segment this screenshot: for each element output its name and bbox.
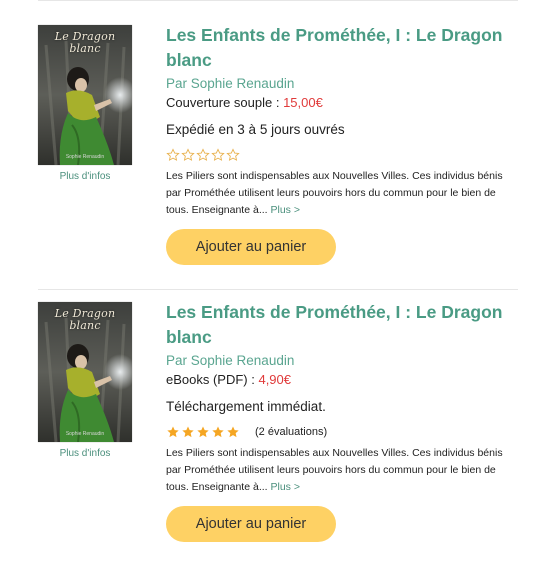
star-rating[interactable] (166, 425, 240, 439)
product-format: eBooks (PDF) : 4,90€ (166, 371, 518, 389)
book-cover-image[interactable]: Le Dragon blanc Sophie Renaudin (38, 25, 132, 165)
product-details: Les Enfants de Prométhée, I : Le Dragon … (166, 23, 518, 265)
product-card: Le Dragon blanc Sophie Renaudin Plus d'i… (38, 290, 518, 566)
evaluation-count[interactable]: (2 évaluations) (255, 426, 327, 438)
description-text: Les Piliers sont indispensables aux Nouv… (166, 447, 503, 493)
cover-column: Le Dragon blanc Sophie Renaudin Plus d'i… (38, 25, 132, 182)
star-rating[interactable] (166, 148, 240, 162)
star-empty-icon (211, 148, 225, 161)
product-title[interactable]: Les Enfants de Prométhée, I : Le Dragon … (166, 23, 518, 73)
add-to-cart-button[interactable]: Ajouter au panier (166, 229, 336, 265)
rating (166, 147, 518, 163)
cover-title: Le Dragon blanc (38, 308, 132, 332)
star-filled-icon (212, 426, 224, 438)
star-empty-icon (226, 148, 240, 161)
top-divider (38, 0, 518, 1)
product-title[interactable]: Les Enfants de Prométhée, I : Le Dragon … (166, 300, 518, 350)
cover-author: Sophie Renaudin (65, 431, 105, 437)
description-more-link[interactable]: Plus > (271, 204, 300, 216)
add-to-cart-button[interactable]: Ajouter au panier (166, 506, 336, 542)
product-format: Couverture souple : 15,00€ (166, 94, 518, 112)
availability-text: Téléchargement immédiat. (166, 399, 326, 414)
cover-title: Le Dragon blanc (38, 31, 132, 55)
more-info-link[interactable]: Plus d'infos (38, 448, 132, 459)
star-empty-icon (181, 148, 195, 161)
format-label: eBooks (PDF) : (166, 372, 259, 387)
product-description: Les Piliers sont indispensables aux Nouv… (166, 168, 518, 219)
star-empty-icon (196, 148, 210, 161)
product-card: Le Dragon blanc Sophie Renaudin Plus d'i… (38, 13, 518, 289)
rating: (2 évaluations) (166, 424, 518, 440)
star-filled-icon (197, 426, 209, 438)
star-filled-icon (167, 426, 179, 438)
product-author[interactable]: Par Sophie Renaudin (166, 351, 518, 371)
product-details: Les Enfants de Prométhée, I : Le Dragon … (166, 300, 518, 542)
cover-title-line2: blanc (69, 319, 101, 332)
format-label: Couverture souple : (166, 95, 284, 110)
product-price: 15,00€ (283, 95, 323, 110)
product-price: 4,90€ (258, 372, 292, 387)
more-info-link[interactable]: Plus d'infos (38, 171, 132, 182)
search-results: Le Dragon blanc Sophie Renaudin Plus d'i… (38, 0, 518, 566)
product-description: Les Piliers sont indispensables aux Nouv… (166, 445, 518, 496)
book-cover-image[interactable]: Le Dragon blanc Sophie Renaudin (38, 302, 132, 442)
star-empty-icon (166, 148, 180, 161)
star-filled-icon (227, 426, 239, 438)
cover-column: Le Dragon blanc Sophie Renaudin Plus d'i… (38, 302, 132, 459)
availability-text: Expédié en 3 à 5 jours ouvrés (166, 122, 345, 137)
product-author[interactable]: Par Sophie Renaudin (166, 74, 518, 94)
description-more-link[interactable]: Plus > (271, 481, 300, 493)
cover-author: Sophie Renaudin (65, 154, 105, 160)
description-text: Les Piliers sont indispensables aux Nouv… (166, 170, 503, 216)
cover-title-line2: blanc (69, 42, 101, 55)
star-filled-icon (182, 426, 194, 438)
